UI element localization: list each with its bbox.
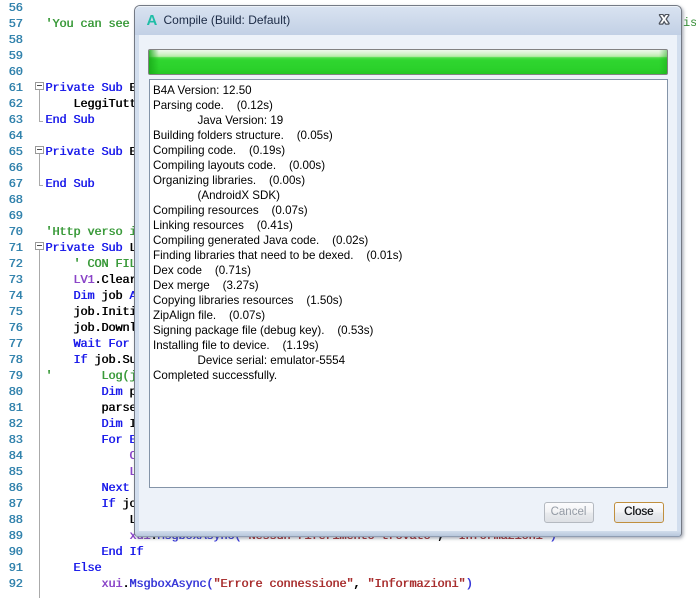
svg-text:x: x <box>659 14 668 28</box>
